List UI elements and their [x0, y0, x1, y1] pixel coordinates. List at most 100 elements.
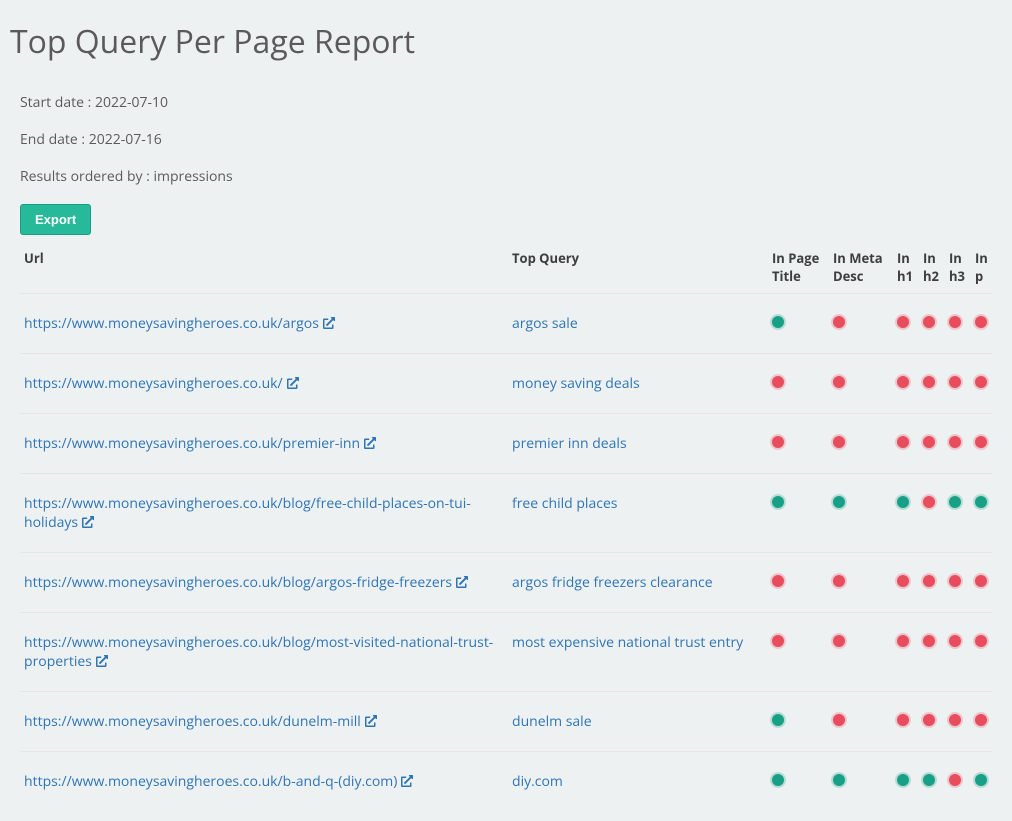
ordered-by-label: Results ordered by : [20, 167, 153, 186]
cell-in-h2 [919, 613, 945, 692]
external-link-icon[interactable] [364, 435, 376, 454]
cell-in-meta-desc [829, 294, 893, 354]
start-date-value: 2022-07-10 [95, 93, 168, 112]
status-dot [975, 316, 987, 328]
col-in-h3: In h3 [945, 241, 971, 294]
cell-in-page-title [768, 414, 829, 474]
cell-in-h2 [919, 752, 945, 812]
status-dot [897, 714, 909, 726]
query-link[interactable]: dunelm sale [512, 712, 592, 731]
start-date-label: Start date : [20, 93, 95, 112]
cell-in-p [971, 354, 992, 414]
cell-in-meta-desc [829, 414, 893, 474]
cell-in-page-title [768, 354, 829, 414]
cell-in-h2 [919, 553, 945, 613]
status-dot [975, 496, 987, 508]
table-row: https://www.moneysavingheroes.co.uk/dune… [20, 692, 992, 752]
table-row: https://www.moneysavingheroes.co.uk/blog… [20, 613, 992, 692]
col-url: Url [20, 241, 508, 294]
url-link[interactable]: https://www.moneysavingheroes.co.uk/prem… [24, 434, 360, 453]
status-dot [975, 635, 987, 647]
cell-in-page-title [768, 474, 829, 553]
external-link-icon[interactable] [365, 713, 377, 732]
end-date-value: 2022-07-16 [89, 130, 162, 149]
external-link-icon[interactable] [82, 514, 94, 533]
status-dot [975, 575, 987, 587]
status-dot [833, 774, 845, 786]
cell-in-meta-desc [829, 553, 893, 613]
cell-in-h1 [893, 613, 919, 692]
url-link[interactable]: https://www.moneysavingheroes.co.uk/blog… [24, 633, 493, 671]
cell-in-h2 [919, 474, 945, 553]
url-link[interactable]: https://www.moneysavingheroes.co.uk/b-an… [24, 772, 397, 791]
query-link[interactable]: most expensive national trust entry [512, 633, 743, 652]
status-dot [833, 436, 845, 448]
start-date-line: Start date : 2022-07-10 [20, 93, 992, 112]
cell-in-h2 [919, 294, 945, 354]
status-dot [975, 436, 987, 448]
cell-in-meta-desc [829, 752, 893, 812]
status-dot [949, 376, 961, 388]
col-in-meta-desc: In Meta Desc [829, 241, 893, 294]
cell-in-h2 [919, 414, 945, 474]
cell-in-h3 [945, 294, 971, 354]
status-dot [923, 436, 935, 448]
cell-in-h3 [945, 474, 971, 553]
cell-in-meta-desc [829, 474, 893, 553]
url-link[interactable]: https://www.moneysavingheroes.co.uk/ [24, 374, 283, 393]
cell-in-h1 [893, 294, 919, 354]
status-dot [923, 496, 935, 508]
status-dot [897, 774, 909, 786]
status-dot [772, 635, 784, 647]
status-dot [975, 714, 987, 726]
cell-in-h1 [893, 354, 919, 414]
status-dot [833, 496, 845, 508]
cell-in-h3 [945, 414, 971, 474]
query-link[interactable]: argos fridge freezers clearance [512, 573, 713, 592]
external-link-icon[interactable] [456, 574, 468, 593]
cell-in-h3 [945, 692, 971, 752]
query-link[interactable]: diy.com [512, 772, 563, 791]
status-dot [772, 774, 784, 786]
cell-in-h3 [945, 752, 971, 812]
url-link[interactable]: https://www.moneysavingheroes.co.uk/blog… [24, 573, 452, 592]
table-header-row: Url Top Query In Page Title In Meta Desc… [20, 241, 992, 294]
cell-in-p [971, 294, 992, 354]
cell-in-h2 [919, 692, 945, 752]
cell-in-h2 [919, 354, 945, 414]
status-dot [949, 496, 961, 508]
col-top-query: Top Query [508, 241, 768, 294]
status-dot [975, 774, 987, 786]
status-dot [949, 575, 961, 587]
status-dot [923, 774, 935, 786]
export-button[interactable]: Export [20, 204, 91, 235]
status-dot [923, 635, 935, 647]
cell-in-h1 [893, 752, 919, 812]
status-dot [833, 635, 845, 647]
status-dot [897, 436, 909, 448]
table-row: https://www.moneysavingheroes.co.uk/mone… [20, 354, 992, 414]
status-dot [772, 575, 784, 587]
external-link-icon[interactable] [401, 773, 413, 792]
query-link[interactable]: money saving deals [512, 374, 640, 393]
ordered-by-line: Results ordered by : impressions [20, 167, 992, 186]
status-dot [949, 714, 961, 726]
url-link[interactable]: https://www.moneysavingheroes.co.uk/dune… [24, 712, 361, 731]
status-dot [949, 635, 961, 647]
status-dot [772, 436, 784, 448]
status-dot [923, 376, 935, 388]
external-link-icon[interactable] [96, 653, 108, 672]
query-link[interactable]: free child places [512, 494, 617, 513]
table-row: https://www.moneysavingheroes.co.uk/blog… [20, 474, 992, 553]
status-dot [897, 496, 909, 508]
external-link-icon[interactable] [323, 315, 335, 334]
external-link-icon[interactable] [287, 375, 299, 394]
query-link[interactable]: premier inn deals [512, 434, 627, 453]
status-dot [833, 575, 845, 587]
query-link[interactable]: argos sale [512, 314, 578, 333]
cell-in-page-title [768, 692, 829, 752]
url-link[interactable]: https://www.moneysavingheroes.co.uk/argo… [24, 314, 319, 333]
status-dot [833, 316, 845, 328]
end-date-label: End date : [20, 130, 89, 149]
status-dot [923, 575, 935, 587]
